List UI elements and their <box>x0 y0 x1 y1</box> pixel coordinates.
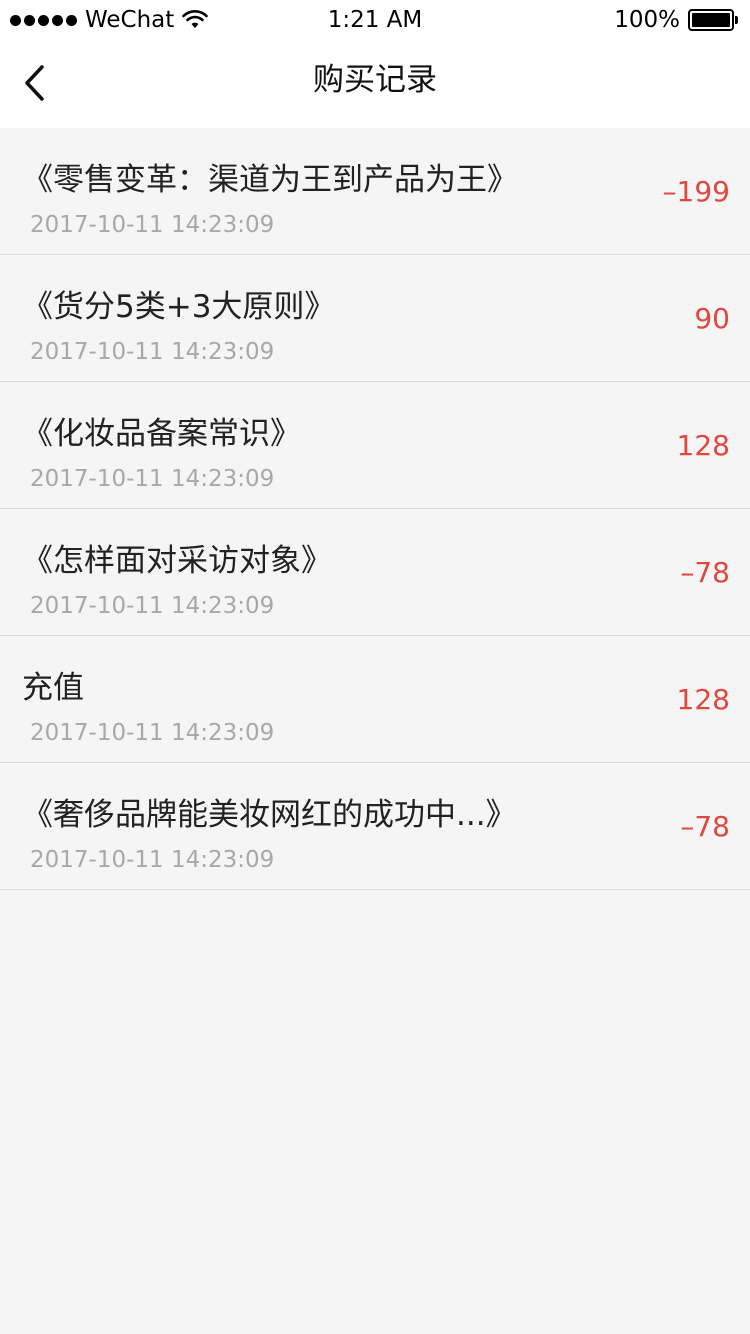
record-time: 2017-10-11 14:23:09 <box>30 466 275 492</box>
record-amount: –199 <box>662 175 730 208</box>
list-item[interactable]: 《货分5类+3大原则》 2017-10-11 14:23:09 90 <box>0 255 750 382</box>
record-amount: 128 <box>676 683 730 716</box>
record-time: 2017-10-11 14:23:09 <box>30 212 275 238</box>
record-amount: 90 <box>694 302 730 335</box>
page-title: 购买记录 <box>313 62 437 98</box>
list-item[interactable]: 充值 2017-10-11 14:23:09 128 <box>0 636 750 763</box>
list-item[interactable]: 《零售变革：渠道为王到产品为王》 2017-10-11 14:23:09 –19… <box>0 128 750 255</box>
record-time: 2017-10-11 14:23:09 <box>30 593 275 619</box>
record-time: 2017-10-11 14:23:09 <box>30 847 275 873</box>
battery-percent: 100% <box>614 7 680 33</box>
status-bar: WeChat 1:21 AM 100% <box>0 0 750 40</box>
record-amount: 128 <box>676 429 730 462</box>
list-item[interactable]: 《化妆品备案常识》 2017-10-11 14:23:09 128 <box>0 382 750 509</box>
record-amount: –78 <box>680 556 730 589</box>
nav-bar: 购买记录 <box>0 40 750 128</box>
record-title: 《零售变革：渠道为王到产品为王》 <box>22 162 518 198</box>
record-title: 《怎样面对采访对象》 <box>22 543 332 579</box>
record-time: 2017-10-11 14:23:09 <box>30 720 275 746</box>
record-title: 充值 <box>22 670 84 706</box>
battery-icon <box>688 9 738 31</box>
status-right: 100% <box>614 0 738 40</box>
purchase-record-list: 《零售变革：渠道为王到产品为王》 2017-10-11 14:23:09 –19… <box>0 128 750 890</box>
record-title: 《奢侈品牌能美妆网红的成功中...》 <box>22 797 517 833</box>
list-item[interactable]: 《怎样面对采访对象》 2017-10-11 14:23:09 –78 <box>0 509 750 636</box>
record-amount: –78 <box>680 810 730 843</box>
list-item[interactable]: 《奢侈品牌能美妆网红的成功中...》 2017-10-11 14:23:09 –… <box>0 763 750 890</box>
record-title: 《化妆品备案常识》 <box>22 416 301 452</box>
record-title: 《货分5类+3大原则》 <box>22 289 336 325</box>
record-time: 2017-10-11 14:23:09 <box>30 339 275 365</box>
